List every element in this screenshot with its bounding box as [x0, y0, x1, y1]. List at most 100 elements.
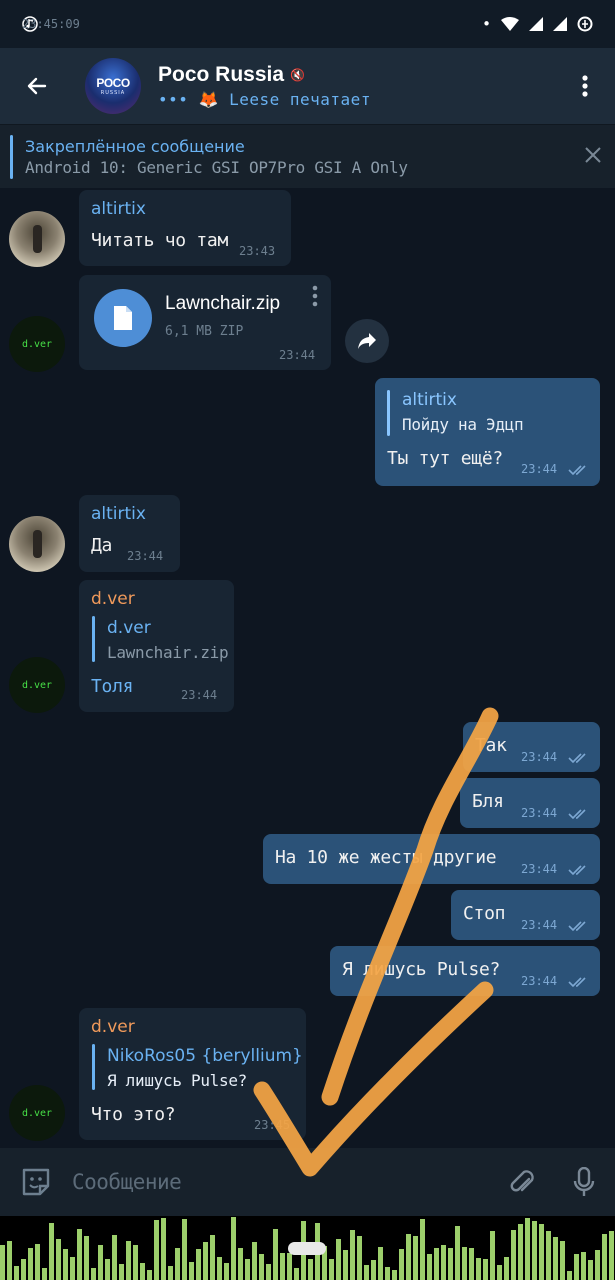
visualizer-bar	[434, 1248, 439, 1280]
pinned-indicator	[10, 134, 13, 179]
visualizer-bar	[441, 1245, 446, 1280]
avatar-altirtix[interactable]	[9, 211, 65, 267]
message-text: Стоп	[463, 903, 506, 924]
message-sender: altirtix	[91, 199, 146, 219]
visualizer-bar	[567, 1271, 572, 1280]
read-checkmarks-icon	[568, 809, 586, 820]
message-bubble[interactable]: d.ver NikoRos05 {beryllium} Я лишусь Pul…	[79, 1008, 306, 1140]
avatar-dver[interactable]: d.ver	[9, 1085, 65, 1141]
visualizer-bar	[126, 1241, 131, 1280]
avatar-dver-label: d.ver	[21, 1107, 53, 1119]
visualizer-bar	[511, 1230, 516, 1280]
message-composer: Сообщение	[0, 1148, 615, 1216]
visualizer-bar	[378, 1247, 383, 1280]
visualizer-bar	[154, 1220, 159, 1280]
message-time: 23:44	[181, 688, 218, 702]
read-checkmarks-icon	[568, 753, 586, 764]
back-button[interactable]	[0, 48, 74, 124]
message-bubble[interactable]: d.ver d.ver Lawnchair.zip Толя 23:44	[79, 580, 234, 712]
visualizer-bar	[182, 1219, 187, 1280]
outgoing-message-bubble[interactable]: Так 23:44	[463, 722, 600, 772]
visualizer-bar	[14, 1266, 19, 1280]
visualizer-bar	[21, 1259, 26, 1280]
message-time: 23:44	[521, 918, 558, 932]
avatar-altirtix[interactable]	[9, 516, 65, 572]
reply-text: Пойду на Эдцп	[402, 415, 524, 434]
wifi-icon	[501, 17, 519, 31]
visualizer-bar	[539, 1224, 544, 1280]
outgoing-message-bubble[interactable]: Стоп 23:44	[451, 890, 600, 940]
file-options-icon[interactable]	[312, 285, 318, 307]
visualizer-bar	[357, 1236, 362, 1280]
pinned-message[interactable]: Закреплённое сообщение Android 10: Gener…	[0, 124, 615, 188]
read-checkmarks-icon	[568, 977, 586, 988]
close-pinned-button[interactable]	[585, 146, 601, 167]
typing-status: ••• 🦊 Leese печатает	[158, 90, 371, 109]
clock: 23:45:09	[22, 17, 80, 31]
more-menu-button[interactable]	[555, 48, 615, 124]
visualizer-bar	[49, 1223, 54, 1280]
visualizer-bar	[455, 1226, 460, 1280]
visualizer-bar	[56, 1239, 61, 1280]
visualizer-bar	[133, 1245, 138, 1280]
visualizer-bar	[231, 1217, 236, 1280]
message-text: Толя	[91, 676, 134, 697]
visualizer-bar	[161, 1218, 166, 1280]
navigation-bar	[0, 1216, 615, 1280]
visualizer-bar	[427, 1254, 432, 1280]
sticker-button[interactable]	[0, 1166, 72, 1198]
message-bubble[interactable]: altirtix Да 23:44	[79, 495, 180, 572]
visualizer-bar	[105, 1259, 110, 1280]
visualizer-bar	[392, 1270, 397, 1280]
visualizer-bar	[147, 1270, 152, 1280]
pinned-title: Закреплённое сообщение	[25, 136, 245, 156]
message-sender: d.ver	[91, 1017, 135, 1037]
reply-sender: d.ver	[107, 618, 151, 638]
visualizer-bar	[28, 1248, 33, 1280]
visualizer-bar	[469, 1248, 474, 1280]
reply-text: Я лишусь Pulse?	[107, 1071, 247, 1090]
visualizer-bar	[546, 1231, 551, 1280]
voice-record-button[interactable]	[553, 1167, 615, 1197]
message-time: 23:45	[254, 1118, 291, 1132]
message-bubble[interactable]: altirtix Читать чо там 23:43	[79, 190, 291, 266]
share-arrow-icon	[358, 333, 376, 349]
share-button[interactable]	[345, 319, 389, 363]
message-time: 23:44	[521, 806, 558, 820]
avatar-dver[interactable]: d.ver	[9, 316, 65, 372]
visualizer-bar	[560, 1241, 565, 1280]
file-download-button[interactable]	[94, 289, 152, 347]
message-input[interactable]: Сообщение	[72, 1170, 182, 1194]
message-time: 23:43	[239, 244, 276, 258]
notification-dot-icon: •	[482, 15, 491, 33]
outgoing-message-bubble[interactable]: altirtix Пойду на Эдцп Ты тут ещё? 23:44	[375, 378, 600, 486]
visualizer-bar	[504, 1257, 509, 1280]
visualizer-bar	[63, 1249, 68, 1280]
outgoing-message-bubble[interactable]: Я лишусь Pulse? 23:44	[330, 946, 600, 996]
visualizer-bar	[525, 1218, 530, 1280]
visualizer-bar	[266, 1264, 271, 1280]
visualizer-bar	[196, 1249, 201, 1280]
outgoing-message-bubble[interactable]: На 10 же жесты другие 23:44	[263, 834, 600, 884]
visualizer-bar	[497, 1265, 502, 1280]
outgoing-message-bubble[interactable]: Бля 23:44	[460, 778, 600, 828]
visualizer-bar	[399, 1249, 404, 1280]
visualizer-bar	[238, 1248, 243, 1280]
reply-indicator	[92, 1044, 95, 1090]
visualizer-bar	[112, 1235, 117, 1280]
message-time: 23:44	[279, 348, 316, 362]
visualizer-bar	[252, 1242, 257, 1280]
file-message-bubble[interactable]: Lawnchair.zip 6,1 MB ZIP 23:44	[79, 275, 331, 370]
visualizer-bar	[518, 1224, 523, 1280]
visualizer-bar	[574, 1254, 579, 1280]
home-gesture-pill[interactable]	[288, 1242, 326, 1255]
message-text: На 10 же жесты другие	[275, 847, 497, 868]
visualizer-bar	[308, 1259, 313, 1280]
group-avatar[interactable]: POCO RUSSIA	[85, 58, 141, 114]
avatar-dver[interactable]: d.ver	[9, 657, 65, 713]
message-sender: altirtix	[91, 504, 146, 524]
attach-button[interactable]	[491, 1167, 553, 1197]
message-list[interactable]: altirtix Читать чо там 23:43 d.ver Lawnc…	[0, 188, 615, 1148]
visualizer-bar	[462, 1247, 467, 1280]
chat-title-block[interactable]: Poco Russia 🔇 ••• 🦊 Leese печатает	[158, 63, 371, 109]
